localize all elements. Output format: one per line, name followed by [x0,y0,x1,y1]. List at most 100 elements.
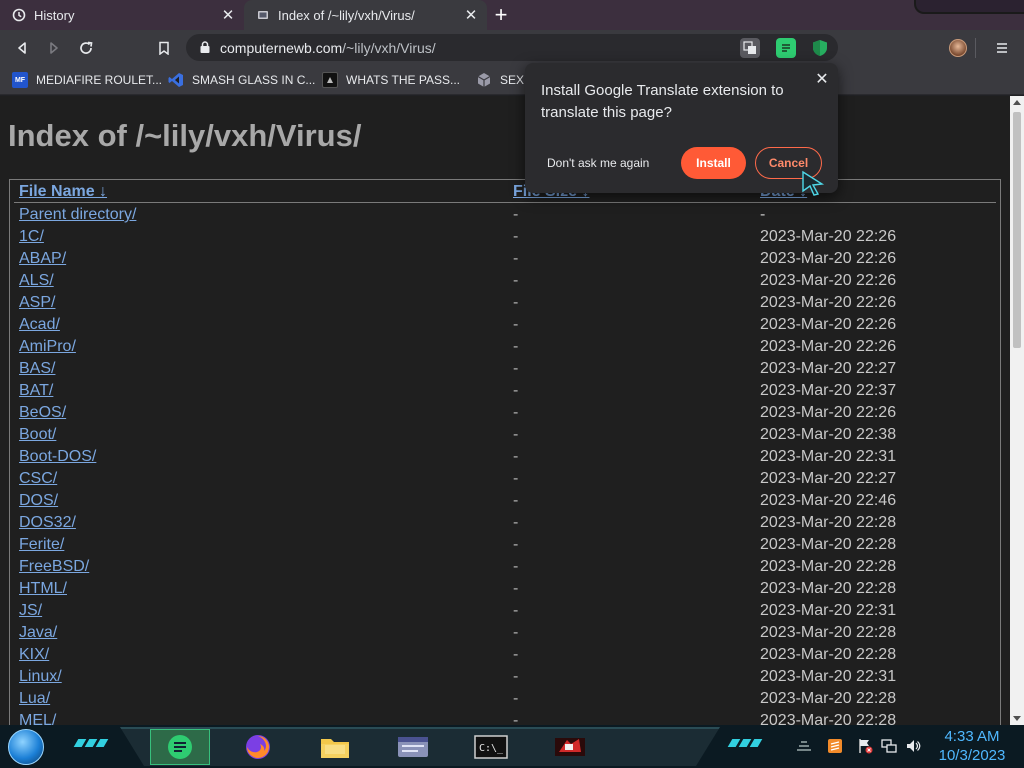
lock-icon[interactable] [198,40,212,54]
row-file-name-link[interactable]: JS/ [19,602,42,620]
extension-notes-icon[interactable] [776,38,796,58]
row-file-size: - [513,272,519,289]
row-file-name-link[interactable]: Boot/ [19,426,56,444]
scroll-down-arrow-icon[interactable] [1013,716,1021,721]
install-button[interactable]: Install [681,147,746,179]
row-file-size: - [513,690,519,707]
show-hidden-icons-icon[interactable] [795,737,813,755]
scrollbar-thumb[interactable] [1013,112,1021,348]
bookmark-whats-the-pass[interactable]: WHATS THE PASS... [322,71,460,89]
close-popup-icon[interactable]: ✕ [813,70,831,88]
network-icon[interactable] [880,737,898,755]
row-file-size: - [513,316,519,333]
row-date: 2023-Mar-20 22:26 [760,250,897,267]
menu-button[interactable] [990,36,1014,60]
row-date: 2023-Mar-20 22:28 [760,514,897,531]
table-row: AmiPro/ - 2023-Mar-20 22:26 [10,336,1000,358]
window-decoration [914,0,1024,14]
row-file-name-link[interactable]: Acad/ [19,316,60,334]
clock-time: 4:33 AM [944,728,1000,745]
taskbar-app-window[interactable] [383,729,443,765]
row-file-size: - [513,294,519,311]
url-host: computernewb.com [220,40,343,56]
row-file-name-link[interactable]: BeOS/ [19,404,66,422]
row-file-name-link[interactable]: DOS/ [19,492,58,510]
table-row: ALS/ - 2023-Mar-20 22:26 [10,270,1000,292]
flag-icon[interactable] [856,737,874,755]
vertical-scrollbar[interactable] [1010,96,1024,725]
table-row: Parent directory/ - - [10,204,1000,226]
row-file-name-link[interactable]: AmiPro/ [19,338,76,356]
forward-button[interactable] [42,36,66,60]
taskbar-app-file-explorer[interactable] [305,729,365,765]
popup-message: Install Google Translate extension to tr… [541,82,784,121]
directory-listing-table: File Name ↓ File Size ↓ Date ↓ Parent di… [9,179,1001,725]
bookmark-page-button[interactable] [152,36,176,60]
bookmark-mediafire[interactable]: MF MEDIAFIRE ROULET... [12,71,162,89]
row-file-name-link[interactable]: ASP/ [19,294,55,312]
close-tab-icon[interactable]: ✕ [218,5,238,25]
system-clock[interactable]: 4:33 AM 10/3/2023 [930,727,1014,765]
row-file-size: - [513,470,519,487]
table-row: BeOS/ - 2023-Mar-20 22:26 [10,402,1000,424]
row-file-name-link[interactable]: 1C/ [19,228,44,246]
row-file-name-link[interactable]: Linux/ [19,668,62,686]
bookmark-label: MEDIAFIRE ROULET... [36,73,163,87]
sublime-icon[interactable] [826,737,844,755]
row-file-size: - [513,382,519,399]
profile-avatar[interactable] [946,36,970,60]
table-row: JS/ - 2023-Mar-20 22:31 [10,600,1000,622]
row-file-size: - [513,206,519,223]
row-file-name-link[interactable]: Ferite/ [19,536,64,554]
row-file-name-link[interactable]: DOS32/ [19,514,76,532]
row-file-name-link[interactable]: HTML/ [19,580,67,598]
bookmark-sex[interactable]: SEX I [476,71,531,89]
row-file-size: - [513,624,519,641]
tab-index-virus[interactable]: Index of /~lily/vxh/Virus/ ✕ [244,0,487,30]
file-explorer-icon [321,739,349,758]
row-file-name-link[interactable]: Lua/ [19,690,50,708]
toolbar-divider [975,38,976,58]
row-file-name-link[interactable]: MEL/ [19,712,56,725]
taskbar-app-firefox[interactable] [228,729,288,765]
hamburger-menu-icon [997,43,1007,53]
reload-button[interactable] [74,36,98,60]
row-file-name-link[interactable]: BAS/ [19,360,55,378]
row-date: 2023-Mar-20 22:46 [760,492,897,509]
new-tab-button[interactable]: + [489,2,513,27]
table-row: 1C/ - 2023-Mar-20 22:26 [10,226,1000,248]
row-file-name-link[interactable]: ABAP/ [19,250,66,268]
game-app-icon [555,738,585,756]
row-file-size: - [513,602,519,619]
row-file-size: - [513,580,519,597]
tab-history[interactable]: History ✕ [0,0,244,30]
row-file-name-link[interactable]: Parent directory/ [19,206,136,224]
address-bar[interactable]: computernewb.com/~lily/vxh/Virus/ [186,34,838,61]
taskbar-app-game[interactable] [540,729,600,765]
row-file-name-link[interactable]: CSC/ [19,470,57,488]
row-file-name-link[interactable]: FreeBSD/ [19,558,89,576]
history-icon [12,8,26,22]
header-file-name[interactable]: File Name ↓ [19,183,107,201]
row-file-name-link[interactable]: BAT/ [19,382,53,400]
translate-icon[interactable] [740,38,760,58]
row-file-name-link[interactable]: KIX/ [19,646,49,664]
row-date: 2023-Mar-20 22:26 [760,404,897,421]
row-file-name-link[interactable]: Java/ [19,624,57,642]
taskbar-app-spotify[interactable] [150,729,210,765]
back-button[interactable] [10,36,34,60]
taskbar-app-command-prompt[interactable]: C:\_ [461,729,521,765]
close-tab-icon[interactable]: ✕ [461,5,481,25]
volume-icon[interactable] [904,737,922,755]
table-row: Boot-DOS/ - 2023-Mar-20 22:31 [10,446,1000,468]
row-file-name-link[interactable]: Boot-DOS/ [19,448,96,466]
scroll-up-arrow-icon[interactable] [1013,100,1021,105]
command-prompt-icon: C:\_ [474,735,508,759]
table-row: DOS/ - 2023-Mar-20 22:46 [10,490,1000,512]
start-orb-icon[interactable] [8,729,44,765]
row-date: 2023-Mar-20 22:26 [760,316,897,333]
shield-extension-icon[interactable] [810,38,830,58]
dont-ask-again-button[interactable]: Don't ask me again [547,156,649,170]
row-file-name-link[interactable]: ALS/ [19,272,54,290]
bookmark-smash-glass[interactable]: SMASH GLASS IN C... [168,71,315,89]
